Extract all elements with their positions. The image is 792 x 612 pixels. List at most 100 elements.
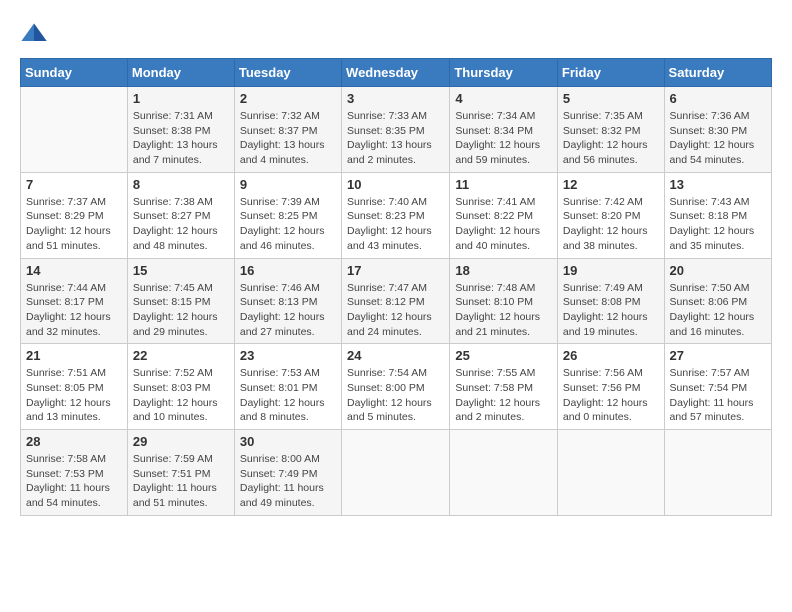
day-number: 3: [347, 91, 444, 106]
column-header-sunday: Sunday: [21, 59, 128, 87]
calendar-cell: 20Sunrise: 7:50 AMSunset: 8:06 PMDayligh…: [664, 258, 771, 344]
column-header-tuesday: Tuesday: [234, 59, 341, 87]
cell-info: Sunrise: 7:43 AMSunset: 8:18 PMDaylight:…: [670, 195, 766, 254]
day-number: 4: [455, 91, 552, 106]
day-number: 9: [240, 177, 336, 192]
day-number: 25: [455, 348, 552, 363]
calendar-cell: 14Sunrise: 7:44 AMSunset: 8:17 PMDayligh…: [21, 258, 128, 344]
calendar-cell: 23 Sunrise: 7:53 AMSunset: 8:01 PMDayligh…: [234, 344, 341, 430]
calendar-cell: 30 Sunrise: 8:00 AMSunset: 7:49 PMDayligh…: [234, 430, 341, 516]
column-header-wednesday: Wednesday: [342, 59, 450, 87]
cell-info: Sunrise: 7:34 AMSunset: 8:34 PMDaylight:…: [455, 109, 552, 168]
logo: [20, 20, 52, 48]
calendar-week-row: 21Sunrise: 7:51 AMSunset: 8:05 PMDayligh…: [21, 344, 772, 430]
day-number: 26: [563, 348, 659, 363]
calendar-week-row: 1 Sunrise: 7:31 AMSunset: 8:38 PMDaylight…: [21, 87, 772, 173]
cell-info: Sunrise: 7:57 AMSunset: 7:54 PMDaylight:…: [670, 366, 766, 425]
cell-info: Sunrise: 7:54 AMSunset: 8:00 PMDaylight:…: [347, 366, 444, 425]
cell-info: Sunrise: 7:39 AMSunset: 8:25 PMDaylight:…: [240, 195, 336, 254]
day-number: 17: [347, 263, 444, 278]
calendar-cell: 4 Sunrise: 7:34 AMSunset: 8:34 PMDaylight…: [450, 87, 558, 173]
cell-info: Sunrise: 7:56 AMSunset: 7:56 PMDaylight:…: [563, 366, 659, 425]
calendar-cell: 6 Sunrise: 7:36 AMSunset: 8:30 PMDaylight…: [664, 87, 771, 173]
cell-info: Sunrise: 7:53 AMSunset: 8:01 PMDaylight:…: [240, 366, 336, 425]
column-header-saturday: Saturday: [664, 59, 771, 87]
day-number: 21: [26, 348, 122, 363]
calendar-week-row: 28Sunrise: 7:58 AMSunset: 7:53 PMDayligh…: [21, 430, 772, 516]
day-number: 13: [670, 177, 766, 192]
calendar-week-row: 14Sunrise: 7:44 AMSunset: 8:17 PMDayligh…: [21, 258, 772, 344]
cell-info: Sunrise: 7:36 AMSunset: 8:30 PMDaylight:…: [670, 109, 766, 168]
day-number: 1: [133, 91, 229, 106]
calendar-cell: 28Sunrise: 7:58 AMSunset: 7:53 PMDayligh…: [21, 430, 128, 516]
calendar-cell: [664, 430, 771, 516]
cell-info: Sunrise: 7:32 AMSunset: 8:37 PMDaylight:…: [240, 109, 336, 168]
calendar-cell: 24Sunrise: 7:54 AMSunset: 8:00 PMDayligh…: [342, 344, 450, 430]
day-number: 23: [240, 348, 336, 363]
day-number: 20: [670, 263, 766, 278]
day-number: 22: [133, 348, 229, 363]
cell-info: Sunrise: 7:37 AMSunset: 8:29 PMDaylight:…: [26, 195, 122, 254]
cell-info: Sunrise: 7:41 AMSunset: 8:22 PMDaylight:…: [455, 195, 552, 254]
calendar-week-row: 7 Sunrise: 7:37 AMSunset: 8:29 PMDaylight…: [21, 172, 772, 258]
cell-info: Sunrise: 7:44 AMSunset: 8:17 PMDaylight:…: [26, 281, 122, 340]
calendar-cell: [342, 430, 450, 516]
day-number: 28: [26, 434, 122, 449]
day-number: 15: [133, 263, 229, 278]
calendar-cell: 15Sunrise: 7:45 AMSunset: 8:15 PMDayligh…: [127, 258, 234, 344]
cell-info: Sunrise: 7:52 AMSunset: 8:03 PMDaylight:…: [133, 366, 229, 425]
calendar-cell: [450, 430, 558, 516]
calendar-cell: [557, 430, 664, 516]
calendar-cell: 11 Sunrise: 7:41 AMSunset: 8:22 PMDayligh…: [450, 172, 558, 258]
day-number: 2: [240, 91, 336, 106]
calendar-cell: 21Sunrise: 7:51 AMSunset: 8:05 PMDayligh…: [21, 344, 128, 430]
day-number: 18: [455, 263, 552, 278]
calendar-cell: 18 Sunrise: 7:48 AMSunset: 8:10 PMDayligh…: [450, 258, 558, 344]
day-number: 7: [26, 177, 122, 192]
cell-info: Sunrise: 7:46 AMSunset: 8:13 PMDaylight:…: [240, 281, 336, 340]
cell-info: Sunrise: 7:48 AMSunset: 8:10 PMDaylight:…: [455, 281, 552, 340]
calendar-cell: 10 Sunrise: 7:40 AMSunset: 8:23 PMDayligh…: [342, 172, 450, 258]
calendar-cell: 3 Sunrise: 7:33 AMSunset: 8:35 PMDaylight…: [342, 87, 450, 173]
calendar-cell: 5 Sunrise: 7:35 AMSunset: 8:32 PMDaylight…: [557, 87, 664, 173]
calendar-cell: 7 Sunrise: 7:37 AMSunset: 8:29 PMDaylight…: [21, 172, 128, 258]
day-number: 11: [455, 177, 552, 192]
cell-info: Sunrise: 7:59 AMSunset: 7:51 PMDaylight:…: [133, 452, 229, 511]
calendar-cell: 26 Sunrise: 7:56 AMSunset: 7:56 PMDayligh…: [557, 344, 664, 430]
calendar-cell: 17Sunrise: 7:47 AMSunset: 8:12 PMDayligh…: [342, 258, 450, 344]
calendar-cell: 13 Sunrise: 7:43 AMSunset: 8:18 PMDayligh…: [664, 172, 771, 258]
calendar-cell: 8 Sunrise: 7:38 AMSunset: 8:27 PMDaylight…: [127, 172, 234, 258]
column-header-monday: Monday: [127, 59, 234, 87]
day-number: 10: [347, 177, 444, 192]
calendar-cell: 12 Sunrise: 7:42 AMSunset: 8:20 PMDayligh…: [557, 172, 664, 258]
page-header: [20, 20, 772, 48]
day-number: 29: [133, 434, 229, 449]
day-number: 6: [670, 91, 766, 106]
cell-info: Sunrise: 7:35 AMSunset: 8:32 PMDaylight:…: [563, 109, 659, 168]
cell-info: Sunrise: 7:38 AMSunset: 8:27 PMDaylight:…: [133, 195, 229, 254]
calendar-cell: 22 Sunrise: 7:52 AMSunset: 8:03 PMDayligh…: [127, 344, 234, 430]
calendar-cell: 29 Sunrise: 7:59 AMSunset: 7:51 PMDayligh…: [127, 430, 234, 516]
calendar-cell: 16 Sunrise: 7:46 AMSunset: 8:13 PMDayligh…: [234, 258, 341, 344]
day-number: 19: [563, 263, 659, 278]
cell-info: Sunrise: 7:40 AMSunset: 8:23 PMDaylight:…: [347, 195, 444, 254]
day-number: 8: [133, 177, 229, 192]
calendar-cell: [21, 87, 128, 173]
day-number: 5: [563, 91, 659, 106]
calendar-header-row: SundayMondayTuesdayWednesdayThursdayFrid…: [21, 59, 772, 87]
cell-info: Sunrise: 7:31 AMSunset: 8:38 PMDaylight:…: [133, 109, 229, 168]
day-number: 16: [240, 263, 336, 278]
column-header-friday: Friday: [557, 59, 664, 87]
cell-info: Sunrise: 7:33 AMSunset: 8:35 PMDaylight:…: [347, 109, 444, 168]
logo-icon: [20, 20, 48, 48]
column-header-thursday: Thursday: [450, 59, 558, 87]
day-number: 27: [670, 348, 766, 363]
calendar-cell: 2 Sunrise: 7:32 AMSunset: 8:37 PMDaylight…: [234, 87, 341, 173]
cell-info: Sunrise: 7:49 AMSunset: 8:08 PMDaylight:…: [563, 281, 659, 340]
calendar-cell: 9 Sunrise: 7:39 AMSunset: 8:25 PMDaylight…: [234, 172, 341, 258]
day-number: 12: [563, 177, 659, 192]
calendar-cell: 1 Sunrise: 7:31 AMSunset: 8:38 PMDaylight…: [127, 87, 234, 173]
day-number: 30: [240, 434, 336, 449]
cell-info: Sunrise: 8:00 AMSunset: 7:49 PMDaylight:…: [240, 452, 336, 511]
cell-info: Sunrise: 7:42 AMSunset: 8:20 PMDaylight:…: [563, 195, 659, 254]
